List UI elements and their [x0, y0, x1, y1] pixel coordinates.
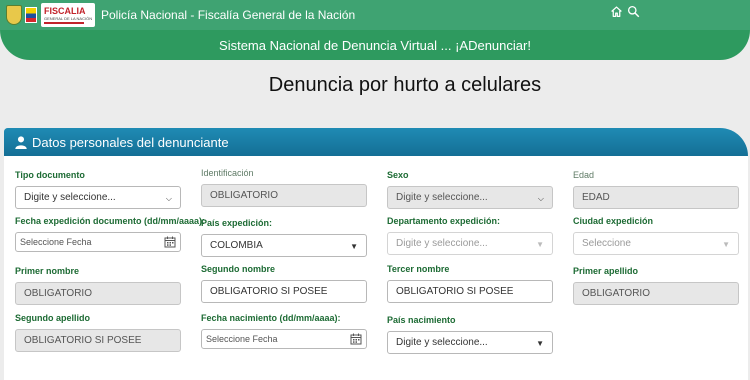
flag-logo: [25, 7, 37, 23]
segundo-nombre-input[interactable]: OBLIGATORIO SI POSEE: [201, 280, 367, 303]
segundo-nombre-placeholder: OBLIGATORIO SI POSEE: [210, 286, 328, 297]
fiscalia-logo-sub: GENERAL DE LA NACIÓN: [44, 16, 93, 21]
segundo-apellido-input[interactable]: OBLIGATORIO SI POSEE: [15, 329, 181, 352]
primer-nombre-field: Primer nombre OBLIGATORIO: [15, 266, 181, 305]
fecha-nacimiento-placeholder: Seleccione Fecha: [206, 334, 278, 344]
pais-expedicion-field: País expedición: COLOMBIA ▼: [201, 218, 367, 257]
tipo-documento-value: Digite y seleccione...: [24, 192, 116, 203]
pais-nacimiento-field: País nacimiento Digite y seleccione... ▼: [387, 315, 553, 354]
ciudad-expedicion-label: Ciudad expedición: [573, 216, 654, 226]
fecha-nacimiento-label: Fecha nacimiento (dd/mm/aaaa):: [201, 313, 341, 323]
pais-expedicion-label: País expedición:: [201, 218, 273, 228]
fecha-expedicion-input[interactable]: Seleccione Fecha: [15, 232, 181, 252]
departamento-expedicion-label: Departamento expedición:: [387, 216, 501, 226]
system-banner: Sistema Nacional de Denuncia Virtual ...…: [0, 30, 750, 60]
primer-nombre-label: Primer nombre: [15, 266, 80, 276]
caret-down-icon: ▼: [722, 240, 730, 249]
calendar-icon[interactable]: [350, 333, 362, 345]
fecha-nacimiento-input[interactable]: Seleccione Fecha: [201, 329, 367, 349]
identificacion-value: OBLIGATORIO: [210, 190, 278, 201]
segundo-apellido-value: OBLIGATORIO SI POSEE: [24, 335, 142, 346]
segundo-nombre-field: Segundo nombre OBLIGATORIO SI POSEE: [201, 264, 367, 303]
policia-shield-logo: [6, 5, 22, 25]
pais-expedicion-select[interactable]: COLOMBIA ▼: [201, 234, 367, 257]
chevron-down-icon: ⌵: [537, 194, 544, 203]
primer-apellido-label: Primer apellido: [573, 266, 639, 276]
sexo-label: Sexo: [387, 170, 409, 180]
edad-input[interactable]: EDAD: [573, 186, 739, 209]
primer-nombre-input[interactable]: OBLIGATORIO: [15, 282, 181, 305]
ciudad-expedicion-select[interactable]: Seleccione ▼: [573, 232, 739, 255]
top-icons: [610, 5, 640, 18]
identificacion-input[interactable]: OBLIGATORIO: [201, 184, 367, 207]
caret-down-icon: ▼: [350, 242, 358, 251]
pais-nacimiento-select[interactable]: Digite y seleccione... ▼: [387, 331, 553, 354]
ciudad-expedicion-field: Ciudad expedición Seleccione ▼: [573, 216, 739, 255]
identificacion-label: Identificación: [201, 168, 254, 178]
identificacion-field: Identificación OBLIGATORIO: [201, 168, 367, 207]
top-bar: FISCALIA GENERAL DE LA NACIÓN Policía Na…: [0, 0, 750, 30]
caret-down-icon: ▼: [536, 339, 544, 348]
user-icon: [15, 136, 27, 149]
banner-text: Sistema Nacional de Denuncia Virtual ...…: [219, 37, 531, 53]
calendar-icon[interactable]: [164, 236, 176, 248]
tercer-nombre-input[interactable]: OBLIGATORIO SI POSEE: [387, 280, 553, 303]
pais-nacimiento-label: País nacimiento: [387, 315, 456, 325]
search-icon[interactable]: [627, 5, 640, 18]
fecha-expedicion-placeholder: Seleccione Fecha: [20, 237, 92, 247]
segundo-nombre-label: Segundo nombre: [201, 264, 275, 274]
primer-apellido-input[interactable]: OBLIGATORIO: [573, 282, 739, 305]
fecha-nacimiento-field: Fecha nacimiento (dd/mm/aaaa): Seleccion…: [201, 313, 367, 349]
chevron-down-icon: ⌵: [165, 194, 172, 203]
departamento-expedicion-field: Departamento expedición: Digite y selecc…: [387, 216, 553, 255]
ciudad-expedicion-value: Seleccione: [582, 238, 631, 249]
fiscalia-logo-bar: [44, 22, 84, 24]
primer-apellido-field: Primer apellido OBLIGATORIO: [573, 266, 739, 305]
panel-title: Datos personales del denunciante: [32, 134, 229, 150]
edad-field: Edad EDAD: [573, 170, 739, 209]
caret-down-icon: ▼: [536, 240, 544, 249]
sexo-field: Sexo Digite y seleccione... ⌵: [387, 170, 553, 209]
tercer-nombre-placeholder: OBLIGATORIO SI POSEE: [396, 286, 514, 297]
sexo-select[interactable]: Digite y seleccione... ⌵: [387, 186, 553, 209]
segundo-apellido-field: Segundo apellido OBLIGATORIO SI POSEE: [15, 313, 181, 352]
home-icon[interactable]: [610, 5, 623, 18]
pais-nacimiento-value: Digite y seleccione...: [396, 337, 488, 348]
primer-nombre-value: OBLIGATORIO: [24, 288, 92, 299]
sexo-value: Digite y seleccione...: [396, 192, 488, 203]
tipo-documento-label: Tipo documento: [15, 170, 85, 180]
fiscalia-logo-text: FISCALIA: [44, 6, 86, 16]
tercer-nombre-field: Tercer nombre OBLIGATORIO SI POSEE: [387, 264, 553, 303]
top-title: Policía Nacional - Fiscalía General de l…: [101, 8, 356, 22]
departamento-expedicion-value: Digite y seleccione...: [396, 238, 488, 249]
page-title: Denuncia por hurto a celulares: [268, 74, 542, 96]
edad-label: Edad: [573, 170, 595, 180]
edad-value: EDAD: [582, 192, 610, 203]
logos: FISCALIA GENERAL DE LA NACIÓN: [6, 2, 95, 28]
fecha-expedicion-label: Fecha expedición documento (dd/mm/aaaa):: [15, 216, 206, 226]
panel-header: Datos personales del denunciante: [4, 128, 748, 156]
departamento-expedicion-select[interactable]: Digite y seleccione... ▼: [387, 232, 553, 255]
tipo-documento-field: Tipo documento Digite y seleccione... ⌵: [15, 170, 181, 209]
fiscalia-logo: FISCALIA GENERAL DE LA NACIÓN: [41, 3, 95, 27]
segundo-apellido-label: Segundo apellido: [15, 313, 91, 323]
fecha-expedicion-field: Fecha expedición documento (dd/mm/aaaa):…: [15, 216, 206, 252]
tercer-nombre-label: Tercer nombre: [387, 264, 450, 274]
pais-expedicion-value: COLOMBIA: [210, 240, 263, 251]
tipo-documento-select[interactable]: Digite y seleccione... ⌵: [15, 186, 181, 209]
primer-apellido-value: OBLIGATORIO: [582, 288, 650, 299]
